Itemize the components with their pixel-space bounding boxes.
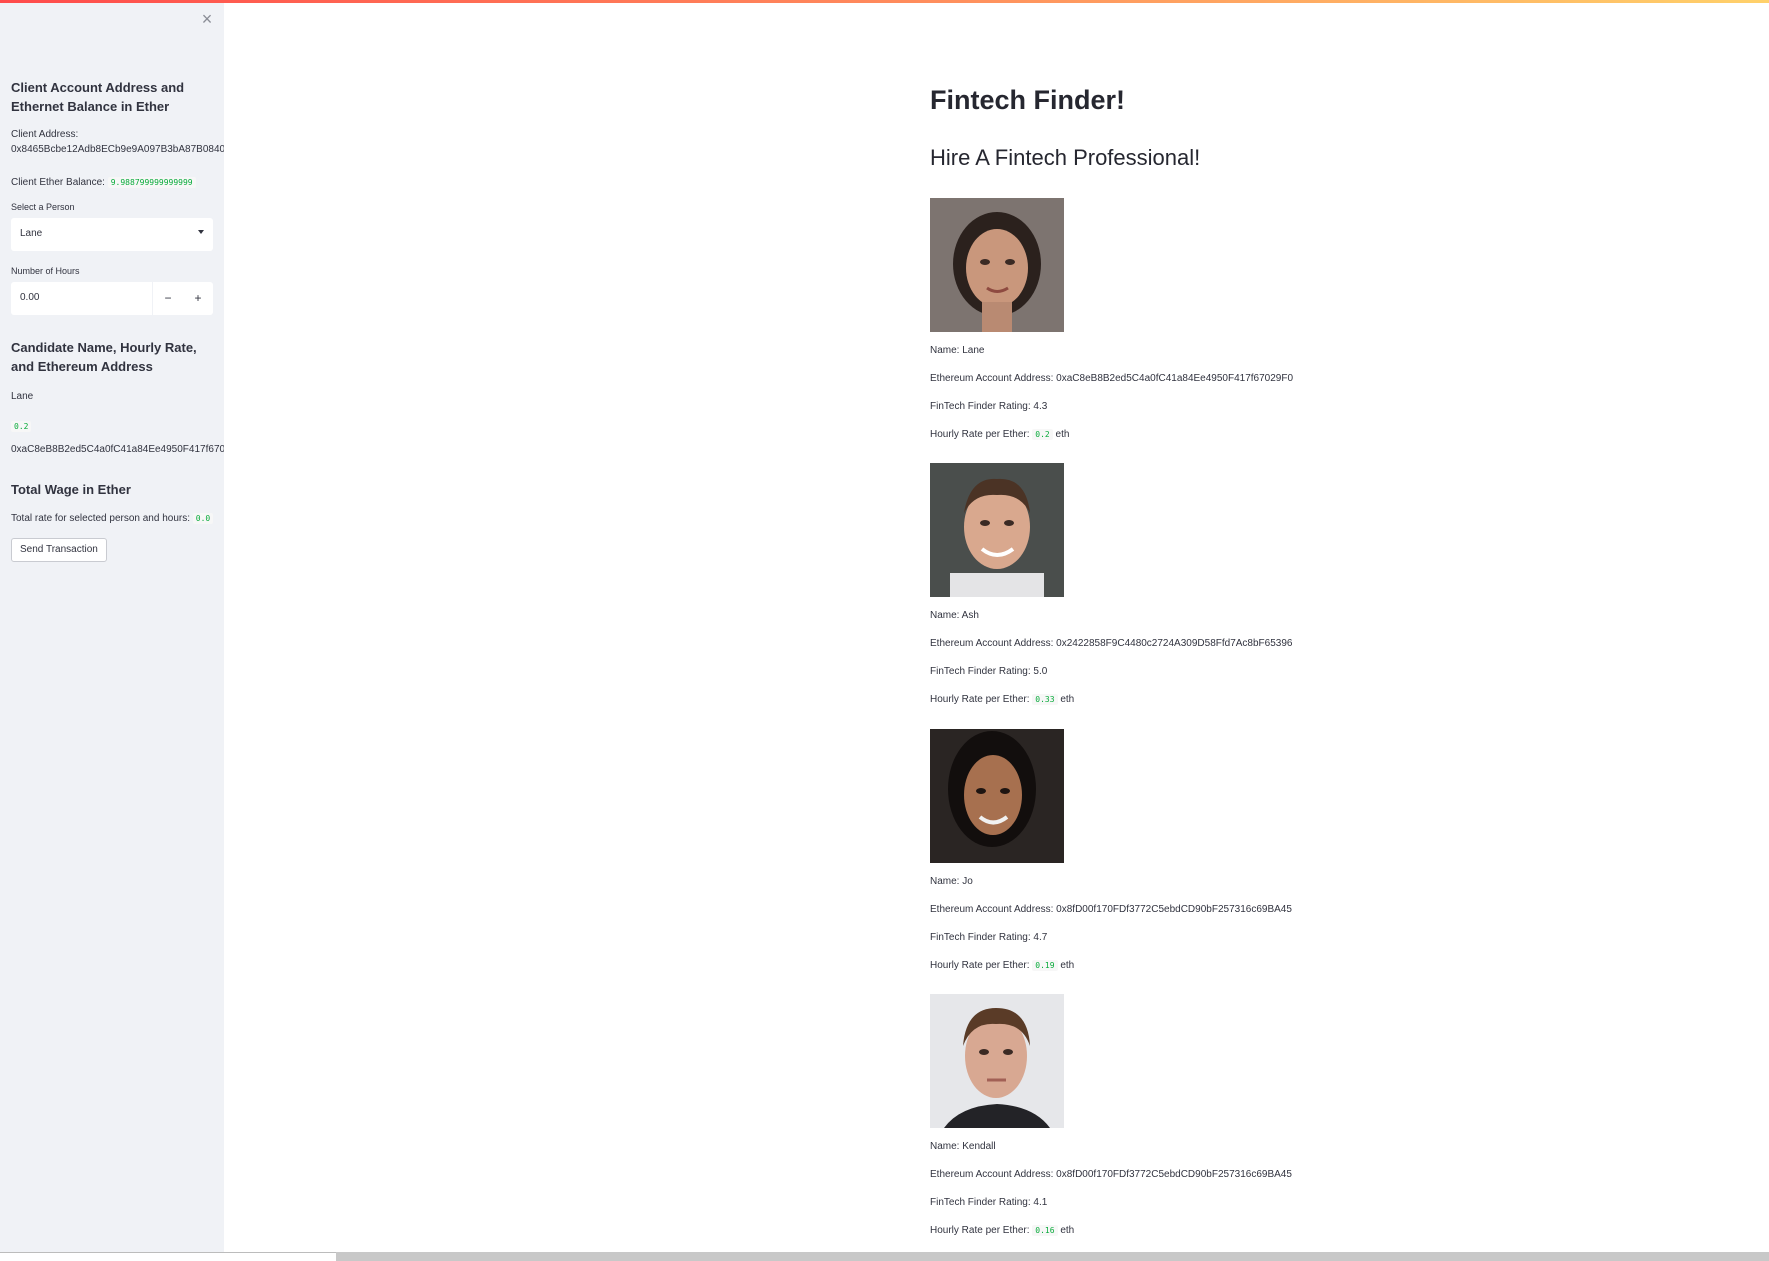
candidate-rate-line: Hourly Rate per Ether: 0.2 eth (930, 428, 1069, 442)
person-select-value: Lane (20, 228, 43, 239)
candidate-address: Ethereum Account Address: 0xaC8eB8B2ed5C… (930, 373, 1294, 384)
candidate-address: 0xaC8eB8B2ed5C4a0fC41a84Ee4950F417f67029 (11, 444, 224, 455)
candidate-rate-line: Hourly Rate per Ether: 0.33 eth (930, 693, 1074, 707)
page-subtitle: Hire A Fintech Professional! (930, 145, 1201, 170)
balance-line: Client Ether Balance: 9.988799999999999 (11, 175, 196, 190)
person-select[interactable]: Lane (11, 218, 213, 251)
balance-label: Client Ether Balance: (11, 177, 105, 188)
candidate-address: Ethereum Account Address: 0x2422858F9C44… (930, 638, 1293, 649)
rate-value: 0.2 (1032, 429, 1053, 440)
wage-label: Total rate for selected person and hours… (11, 513, 190, 524)
candidate-card: Name: Ash Ethereum Account Address: 0x24… (930, 463, 1530, 705)
candidate-rating: FinTech Finder Rating: 4.1 (930, 1197, 1048, 1208)
candidate-photo (930, 463, 1064, 597)
account-heading: Client Account Address and Ethernet Bala… (11, 80, 185, 114)
taskbar-search-area[interactable] (0, 1252, 336, 1261)
candidate-address: Ethereum Account Address: 0x8fD00f170FDf… (930, 1169, 1292, 1180)
rate-unit: eth (1060, 694, 1075, 705)
candidate-card: Name: Jo Ethereum Account Address: 0x8fD… (930, 729, 1530, 971)
hours-field[interactable]: 0.00 (11, 282, 153, 315)
rate-unit: eth (1055, 429, 1070, 440)
candidate-rating: FinTech Finder Rating: 5.0 (930, 666, 1048, 677)
select-person-label: Select a Person (11, 202, 75, 212)
candidate-rating: FinTech Finder Rating: 4.7 (930, 932, 1048, 943)
candidate-address: Ethereum Account Address: 0x8fD00f170FDf… (930, 904, 1292, 915)
wage-value: 0.0 (192, 513, 214, 524)
candidate-name: Name: Kendall (930, 1141, 996, 1152)
page-title: Fintech Finder! (930, 85, 1125, 115)
rate-label: Hourly Rate per Ether: (930, 960, 1030, 971)
top-decoration-bar (0, 0, 1769, 3)
rate-unit: eth (1060, 960, 1075, 971)
candidate-name: Name: Ash (930, 610, 979, 621)
rate-value: 0.16 (1032, 1225, 1058, 1236)
rate-value: 0.19 (1032, 960, 1058, 971)
chevron-down-icon (198, 230, 204, 234)
main-column: Fintech Finder! Hire A Fintech Professio… (930, 80, 1530, 1236)
hours-input: 0.00 − + (11, 282, 213, 315)
candidate-rate-line: Hourly Rate per Ether: 0.19 eth (930, 959, 1074, 973)
rate-value: 0.33 (1032, 694, 1058, 705)
hours-label: Number of Hours (11, 266, 80, 276)
candidate-rating: FinTech Finder Rating: 4.3 (930, 401, 1048, 412)
candidate-card: Name: Lane Ethereum Account Address: 0xa… (930, 198, 1530, 440)
rate-label: Hourly Rate per Ether: (930, 1225, 1030, 1236)
decrement-button[interactable]: − (153, 282, 183, 315)
client-address-value: 0x8465Bcbe12Adb8ECb9e9A097B3bA87B084050 (11, 144, 224, 155)
candidate-photo (930, 994, 1064, 1128)
sidebar: × Client Account Address and Ethernet Ba… (0, 0, 224, 1252)
candidate-heading: Candidate Name, Hourly Rate, and Ethereu… (11, 340, 197, 374)
main-content: Fintech Finder! Hire A Fintech Professio… (224, 0, 1769, 1252)
candidate-rate-line: Hourly Rate per Ether: 0.16 eth (930, 1224, 1074, 1238)
balance-value: 9.988799999999999 (107, 177, 196, 188)
candidate-name: Lane (11, 391, 34, 402)
candidate-name: Name: Lane (930, 345, 985, 356)
candidate-name: Name: Jo (930, 876, 973, 887)
candidate-card: Name: Kendall Ethereum Account Address: … (930, 994, 1530, 1236)
candidate-rate: 0.2 (11, 421, 32, 432)
rate-label: Hourly Rate per Ether: (930, 429, 1030, 440)
candidate-photo (930, 198, 1064, 332)
wage-line: Total rate for selected person and hours… (11, 511, 214, 526)
client-address-label: Client Address: (11, 129, 79, 140)
rate-label: Hourly Rate per Ether: (930, 694, 1030, 705)
send-transaction-button[interactable]: Send Transaction (11, 538, 107, 562)
candidate-rate-line: 0.2 (11, 416, 32, 434)
close-sidebar-icon[interactable]: × (198, 10, 216, 28)
candidate-photo (930, 729, 1064, 863)
increment-button[interactable]: + (183, 282, 213, 315)
rate-unit: eth (1060, 1225, 1075, 1236)
taskbar (0, 1252, 1769, 1261)
wage-heading: Total Wage in Ether (11, 482, 131, 497)
